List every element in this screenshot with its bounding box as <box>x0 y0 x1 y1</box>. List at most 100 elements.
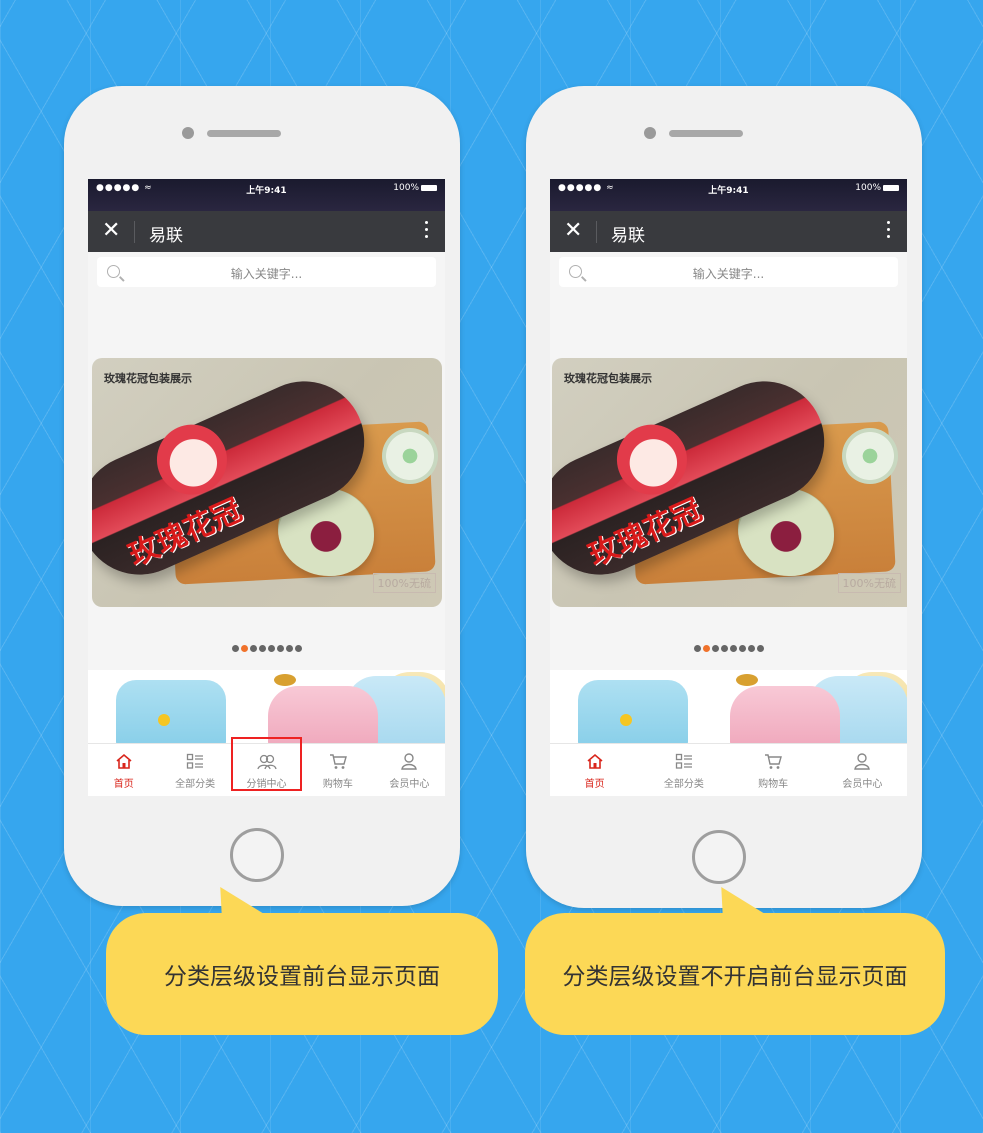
banner-title: 玫瑰花冠包装展示 <box>104 372 192 385</box>
caption-bubble-left: 分类层级设置前台显示页面 <box>106 887 498 1035</box>
product-strip[interactable] <box>550 670 907 746</box>
banner-slide[interactable]: 玫瑰花冠 玫瑰花冠包装展示 100%无硫 <box>92 358 442 607</box>
tab-label: 购物车 <box>758 779 789 790</box>
tab-all-categories[interactable]: 全部分类 <box>159 744 230 796</box>
product-strip[interactable] <box>88 670 445 746</box>
status-bar: ●●●●● ≈ 上午9:41 100% <box>88 179 445 211</box>
home-icon <box>88 751 159 771</box>
search-input[interactable]: 输入关键字... <box>97 257 436 287</box>
page-title: 易联 <box>149 226 183 246</box>
battery-indicator: 100% <box>393 183 437 193</box>
status-time: 上午9:41 <box>246 186 287 196</box>
search-placeholder: 输入关键字... <box>230 267 303 281</box>
page-title: 易联 <box>611 226 645 246</box>
tab-distribution-center[interactable]: 分销中心 <box>230 737 303 791</box>
brand-logo <box>736 674 758 686</box>
carousel-dot[interactable] <box>249 645 257 652</box>
category-icon <box>639 751 728 771</box>
earpiece-speaker <box>669 130 743 137</box>
search-input[interactable]: 输入关键字... <box>559 257 898 287</box>
caption-bubble-right: 分类层级设置不开启前台显示页面 <box>525 887 945 1035</box>
tab-label: 会员中心 <box>389 779 430 790</box>
earpiece-speaker <box>207 130 281 137</box>
front-camera <box>182 127 194 139</box>
battery-indicator: 100% <box>855 183 899 193</box>
status-bar: ●●●●● ≈ 上午9:41 100% <box>550 179 907 211</box>
caption-text: 分类层级设置前台显示页面 <box>164 964 440 990</box>
carousel-dot[interactable] <box>267 645 275 652</box>
carousel-dot-active[interactable] <box>240 645 248 652</box>
carousel-dot[interactable] <box>285 645 293 652</box>
tab-label: 全部分类 <box>175 779 216 790</box>
ceramic-flower-image <box>382 428 438 484</box>
bottom-tab-bar: 首页 全部分类 分销中心 购物车 会员中心 <box>88 737 445 796</box>
tab-label: 首页 <box>584 779 605 790</box>
home-button[interactable] <box>230 828 284 882</box>
ceramic-flower-image <box>842 428 898 484</box>
tab-member-center[interactable]: 会员中心 <box>374 744 445 796</box>
carousel-dot[interactable] <box>693 645 701 652</box>
status-time: 上午9:41 <box>708 186 749 196</box>
search-bar: 输入关键字... <box>550 252 907 292</box>
phone-screen: ●●●●● ≈ 上午9:41 100% ✕ 易联 输入关键字... 玫瑰花冠 玫… <box>550 179 907 796</box>
battery-icon <box>421 184 437 191</box>
carousel-dot[interactable] <box>231 645 239 652</box>
user-icon <box>374 751 445 771</box>
bottom-tab-bar: 首页 全部分类 购物车 会员中心 <box>550 743 907 796</box>
tab-home[interactable]: 首页 <box>88 744 159 796</box>
tab-label: 购物车 <box>322 779 353 790</box>
tab-cart[interactable]: 购物车 <box>302 744 373 796</box>
phone-screen: ●●●●● ≈ 上午9:41 100% ✕ 易联 输入关键字... 玫瑰花冠 玫… <box>88 179 445 796</box>
carousel-dot[interactable] <box>756 645 764 652</box>
cart-icon <box>302 751 373 771</box>
brand-logo <box>274 674 296 686</box>
battery-icon <box>883 184 899 191</box>
category-icon <box>159 751 230 771</box>
carousel-dot[interactable] <box>720 645 728 652</box>
tab-home[interactable]: 首页 <box>550 744 639 796</box>
carousel-dot[interactable] <box>294 645 302 652</box>
navbar-divider <box>596 221 597 243</box>
banner-title: 玫瑰花冠包装展示 <box>564 372 652 385</box>
banner-stamp: 100%无硫 <box>372 573 436 593</box>
carousel-dot[interactable] <box>258 645 266 652</box>
carousel-dot-active[interactable] <box>702 645 710 652</box>
home-button[interactable] <box>692 830 746 884</box>
navbar-divider <box>134 221 135 243</box>
tab-label: 会员中心 <box>842 779 883 790</box>
carousel-dot[interactable] <box>711 645 719 652</box>
caption-text: 分类层级设置不开启前台显示页面 <box>562 964 908 990</box>
wechat-navbar: ✕ 易联 <box>550 211 907 252</box>
home-icon <box>550 751 639 771</box>
more-vertical-icon[interactable] <box>425 221 429 242</box>
user-icon <box>818 751 907 771</box>
search-bar: 输入关键字... <box>88 252 445 292</box>
tab-all-categories[interactable]: 全部分类 <box>639 744 728 796</box>
tab-label: 分销中心 <box>246 779 287 790</box>
wechat-navbar: ✕ 易联 <box>88 211 445 252</box>
front-camera <box>644 127 656 139</box>
tab-label: 全部分类 <box>663 779 704 790</box>
banner-slide[interactable]: 玫瑰花冠 玫瑰花冠包装展示 100%无硫 <box>552 358 907 607</box>
carousel-dot[interactable] <box>738 645 746 652</box>
tab-member-center[interactable]: 会员中心 <box>818 744 907 796</box>
distribution-icon <box>231 751 302 771</box>
carousel-indicator <box>88 645 445 652</box>
tab-label: 首页 <box>113 779 134 790</box>
tab-cart[interactable]: 购物车 <box>729 744 818 796</box>
carousel-dot[interactable] <box>729 645 737 652</box>
close-icon[interactable]: ✕ <box>102 219 120 243</box>
carousel-dot[interactable] <box>747 645 755 652</box>
baby-coat-image <box>730 686 840 746</box>
baby-shirt-image <box>578 680 688 746</box>
phone-mockup-right: ●●●●● ≈ 上午9:41 100% ✕ 易联 输入关键字... 玫瑰花冠 玫… <box>526 86 922 908</box>
cart-icon <box>729 751 818 771</box>
carousel-dot[interactable] <box>276 645 284 652</box>
more-vertical-icon[interactable] <box>887 221 891 242</box>
phone-mockup-left: ●●●●● ≈ 上午9:41 100% ✕ 易联 输入关键字... 玫瑰花冠 玫… <box>64 86 460 906</box>
baby-shirt-image <box>116 680 226 746</box>
carousel-indicator <box>550 645 907 652</box>
banner-stamp: 100%无硫 <box>837 573 901 593</box>
close-icon[interactable]: ✕ <box>564 219 582 243</box>
search-placeholder: 输入关键字... <box>692 267 765 281</box>
